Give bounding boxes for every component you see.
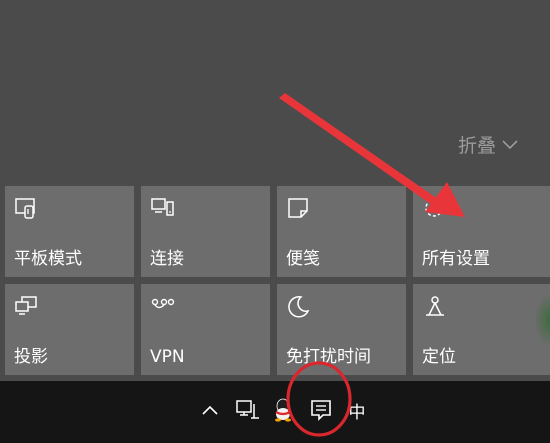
- tile-tablet-mode[interactable]: 平板模式: [5, 186, 134, 277]
- connect-icon: [150, 196, 176, 222]
- tile-note[interactable]: 便笺: [277, 186, 406, 277]
- note-icon: [286, 196, 312, 222]
- taskbar: 中: [0, 381, 550, 443]
- tile-label: 所有设置: [422, 249, 490, 269]
- quick-actions-grid: 平板模式 连接 便笺 所有设置 投影 VPN 免打扰时间 定位: [0, 183, 550, 378]
- tile-quiet-hours[interactable]: 免打扰时间: [277, 284, 406, 375]
- tile-label: 投影: [14, 347, 48, 367]
- collapse-button[interactable]: 折叠: [458, 131, 518, 158]
- qq-icon[interactable]: [270, 393, 296, 427]
- background-artifact: [535, 295, 550, 345]
- tile-label: 连接: [150, 249, 184, 269]
- tile-vpn[interactable]: VPN: [141, 284, 270, 375]
- tile-label: 便笺: [286, 249, 320, 269]
- tile-label: VPN: [150, 347, 185, 367]
- action-center-icon[interactable]: [306, 393, 336, 427]
- network-icon[interactable]: [232, 393, 264, 427]
- chevron-down-icon: [502, 139, 518, 150]
- tablet-mode-icon: [14, 196, 40, 222]
- vpn-icon: [150, 294, 176, 320]
- tile-label: 定位: [422, 347, 456, 367]
- tile-label: 免打扰时间: [286, 347, 371, 367]
- quiet-hours-moon-icon: [286, 294, 312, 320]
- tile-all-settings[interactable]: 所有设置: [413, 186, 550, 277]
- settings-gear-icon: [422, 196, 448, 222]
- tile-connect[interactable]: 连接: [141, 186, 270, 277]
- project-icon: [14, 294, 40, 320]
- chevron-up-icon[interactable]: [198, 393, 222, 427]
- tile-label: 平板模式: [14, 249, 82, 269]
- location-icon: [422, 294, 448, 320]
- tile-project[interactable]: 投影: [5, 284, 134, 375]
- collapse-label: 折叠: [458, 135, 497, 157]
- tile-location[interactable]: 定位: [413, 284, 550, 375]
- action-center-panel: 折叠 平板模式 连接 便笺 所有设置 投影 VPN 免打扰时间 定位: [0, 0, 550, 381]
- ime-indicator[interactable]: 中: [345, 393, 369, 427]
